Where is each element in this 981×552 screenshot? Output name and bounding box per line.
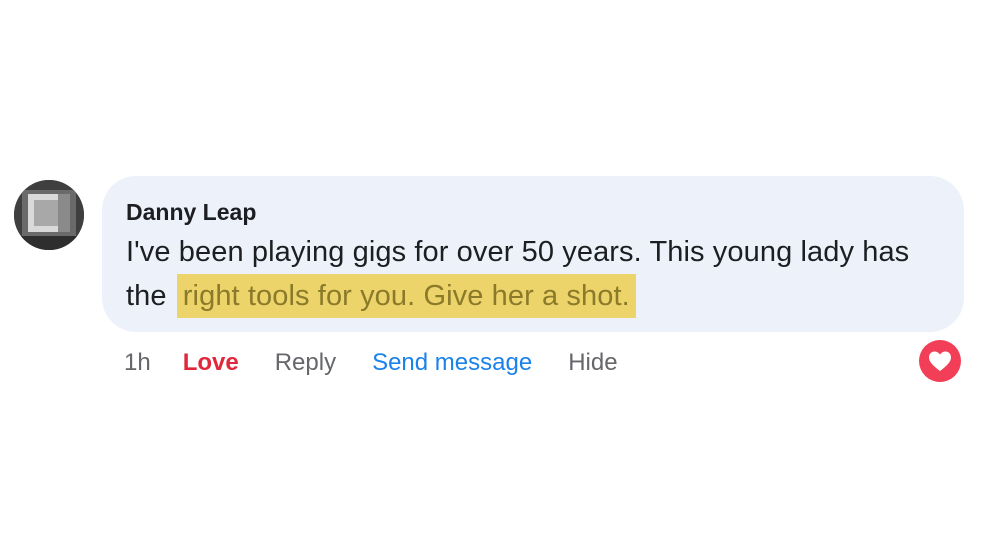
comment-actions: 1h Love Reply Send message Hide — [124, 346, 654, 380]
avatar[interactable] — [14, 180, 84, 250]
comment-text: I've been playing gigs for over 50 years… — [126, 230, 940, 318]
comment-author[interactable]: Danny Leap — [126, 198, 940, 226]
love-button[interactable]: Love — [183, 349, 239, 377]
reaction-badge[interactable] — [919, 340, 961, 382]
heart-icon — [929, 351, 951, 371]
send-message-button[interactable]: Send message — [372, 349, 532, 377]
comment-timestamp[interactable]: 1h — [124, 349, 151, 377]
reply-button[interactable]: Reply — [275, 349, 336, 377]
avatar-photo — [14, 180, 84, 250]
comment-text-highlighted: right tools for you. Give her a shot. — [176, 274, 636, 318]
comment-bubble: Danny Leap I've been playing gigs for ov… — [102, 176, 964, 332]
hide-button[interactable]: Hide — [568, 349, 617, 377]
